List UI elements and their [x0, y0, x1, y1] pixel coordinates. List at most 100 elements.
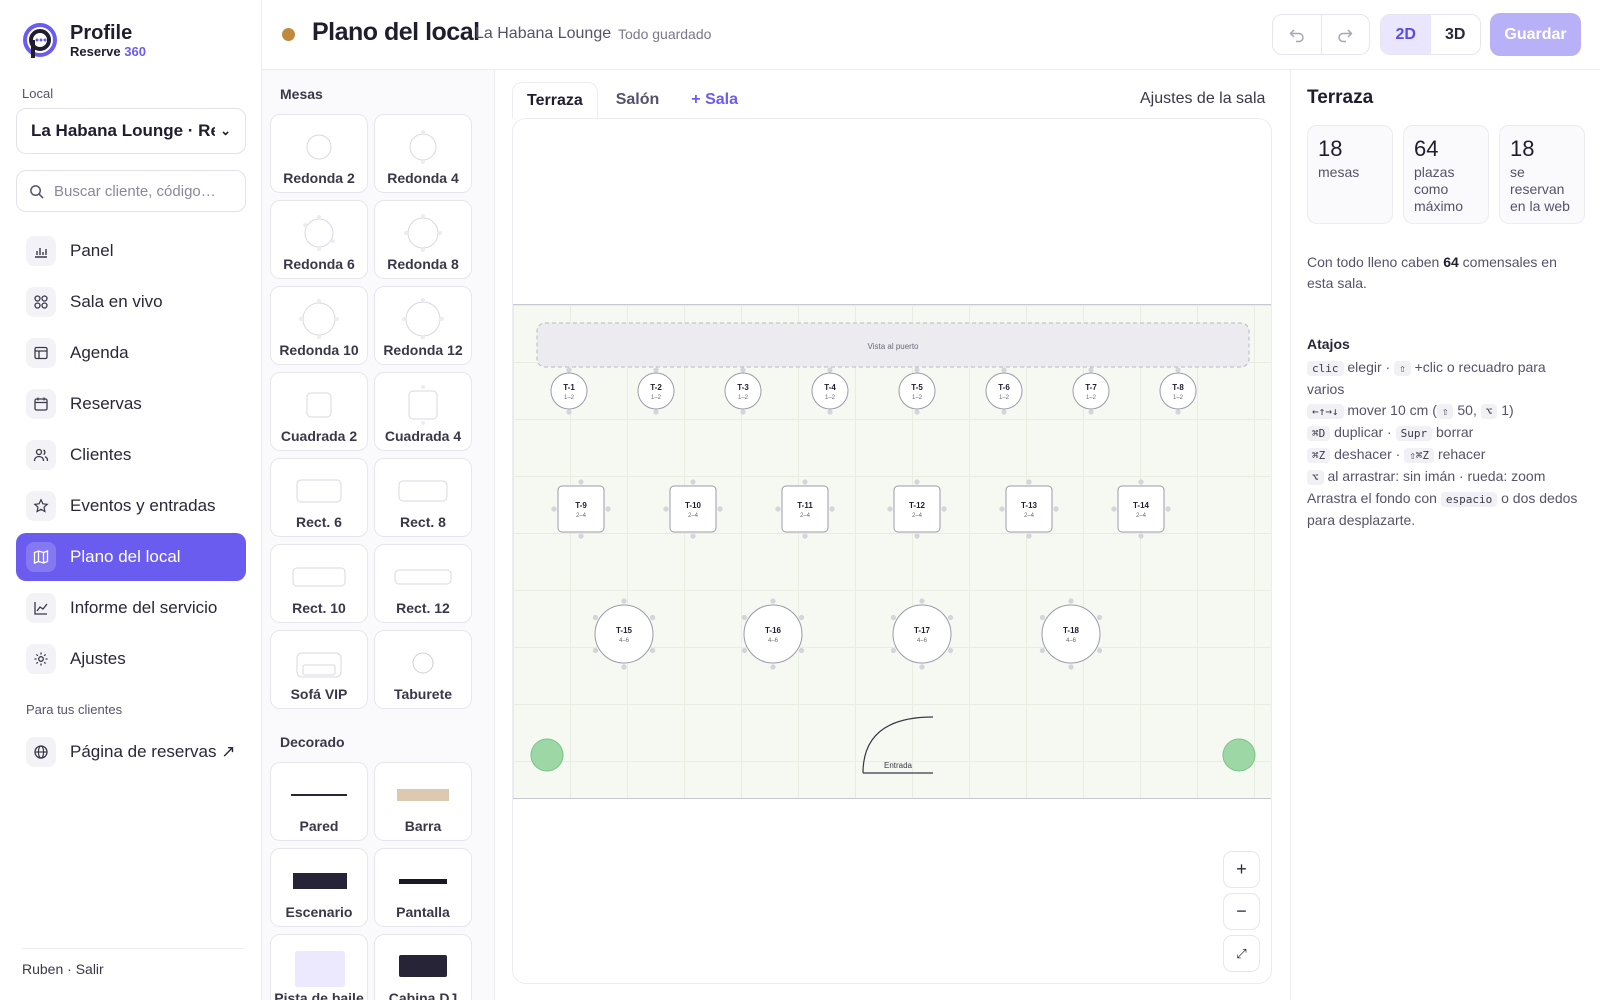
tab-terraza[interactable]: Terraza: [512, 82, 598, 118]
nav-item-reservas[interactable]: Reservas: [16, 380, 246, 428]
table-t-1[interactable]: T-1 1–2: [550, 367, 588, 415]
table-type-tile[interactable]: Redonda 10: [270, 286, 368, 365]
room-settings-link[interactable]: Ajustes de la sala: [1140, 90, 1265, 108]
table-type-tile[interactable]: Rect. 12: [374, 544, 472, 623]
chair-icon: [947, 647, 954, 654]
app: Profile Reserve 360 Local La Habana Loun…: [0, 0, 1600, 1000]
table-type-tile[interactable]: Redonda 4: [374, 114, 472, 193]
floor-plan-canvas[interactable]: Vista al puerto Entrada T-1 1–2 T-2 1–2 T-3 1–2…: [512, 118, 1272, 984]
table-t-2[interactable]: T-2 1–2: [637, 367, 675, 415]
decor-type-tile[interactable]: Pantalla: [374, 848, 472, 927]
decor-type-tile[interactable]: Pared: [270, 762, 368, 841]
zoom-in-button[interactable]: +: [1223, 851, 1260, 888]
chair-icon: [653, 409, 659, 415]
table-capacity: 1–2: [651, 395, 662, 401]
table-t-18[interactable]: T-18 4–6: [1039, 598, 1103, 670]
view-3d-button[interactable]: 3D: [1430, 15, 1480, 54]
table-type-tile[interactable]: Redonda 2: [270, 114, 368, 193]
table-t-10[interactable]: T-10 2–4: [663, 479, 723, 539]
nav-item-ajustes[interactable]: Ajustes: [16, 635, 246, 683]
nav-item-clientes[interactable]: Clientes: [16, 431, 246, 479]
view-2d-button[interactable]: 2D: [1381, 15, 1431, 54]
tab-salon[interactable]: Salón: [602, 82, 674, 118]
decor-type-tile[interactable]: Escenario: [270, 848, 368, 927]
chair-icon: [1175, 367, 1181, 373]
table-capacity: 2–4: [1136, 513, 1147, 519]
booking-page-link[interactable]: Página de reservas ↗: [16, 728, 246, 776]
table-capacity: 2–4: [688, 513, 699, 519]
decor-type-tile[interactable]: Pista de baile: [270, 934, 368, 1000]
table-t-4[interactable]: T-4 1–2: [811, 367, 849, 415]
user-footer[interactable]: Ruben · Salir: [22, 948, 244, 977]
table-t-11[interactable]: T-11 2–4: [775, 479, 835, 539]
table-type-tile[interactable]: Redonda 8: [374, 200, 472, 279]
table-t-17[interactable]: T-17 4–6: [890, 598, 954, 670]
table-t-3[interactable]: T-3 1–2: [724, 367, 762, 415]
table-type-tile[interactable]: Cuadrada 4: [374, 372, 472, 451]
zoom-out-button[interactable]: −: [1223, 893, 1260, 930]
table-t-13[interactable]: T-13 2–4: [999, 479, 1059, 539]
table-type-tile[interactable]: Taburete: [374, 630, 472, 709]
table-type-tile[interactable]: Rect. 8: [374, 458, 472, 537]
table-type-tile[interactable]: Cuadrada 2: [270, 372, 368, 451]
table-t-7[interactable]: T-7 1–2: [1072, 367, 1110, 415]
tile-preview-icon: [296, 652, 342, 678]
table-type-tile[interactable]: Redonda 6: [270, 200, 368, 279]
chair-icon: [566, 409, 572, 415]
brand[interactable]: Profile Reserve 360: [22, 22, 146, 60]
table-type-tile[interactable]: Redonda 12: [374, 286, 472, 365]
chair-icon: [770, 664, 776, 670]
table-t-16[interactable]: T-16 4–6: [741, 598, 805, 670]
shortcut-line: clic elegir · ⇧ +clic o recuadro para va…: [1307, 359, 1546, 397]
nav-item-agenda[interactable]: Agenda: [16, 329, 246, 377]
decor-type-tile[interactable]: Barra: [374, 762, 472, 841]
nav-item-informe[interactable]: Informe del servicio: [16, 584, 246, 632]
chair-icon: [621, 598, 627, 604]
search-input[interactable]: [54, 182, 224, 200]
table-t-15[interactable]: T-15 4–6: [592, 598, 656, 670]
chair-icon: [1001, 409, 1007, 415]
local-select[interactable]: La Habana Lounge · Restaurante ⌄: [16, 108, 246, 154]
topbar: Plano del local La Habana Lounge Todo gu…: [262, 0, 1600, 70]
add-room-tab[interactable]: + Sala: [677, 82, 752, 118]
chair-icon: [829, 506, 835, 512]
tile-preview-icon: [291, 794, 347, 796]
plant-icon[interactable]: [1222, 738, 1256, 772]
map-icon: [26, 542, 56, 572]
plant-icon[interactable]: [530, 738, 564, 772]
nav-item-panel[interactable]: Panel: [16, 227, 246, 275]
decor-heading: Decorado: [280, 734, 345, 750]
table-type-tile[interactable]: Sofá VIP: [270, 630, 368, 709]
undo-button[interactable]: [1273, 15, 1322, 54]
chair-icon: [941, 506, 947, 512]
floor-area[interactable]: Vista al puerto Entrada T-1 1–2 T-2 1–2 T-3 1–2…: [513, 304, 1271, 799]
search-box[interactable]: [16, 170, 246, 212]
stat-value: 18: [1510, 136, 1535, 161]
table-type-tile[interactable]: Rect. 6: [270, 458, 368, 537]
star-icon: [26, 491, 56, 521]
redo-button[interactable]: [1322, 15, 1370, 54]
table-t-12[interactable]: T-12 2–4: [887, 479, 947, 539]
nav-item-label: Informe del servicio: [70, 598, 218, 617]
table-t-5[interactable]: T-5 1–2: [898, 367, 936, 415]
tile-label: Rect. 10: [292, 600, 346, 616]
line-chart-icon: [26, 593, 56, 623]
nav-item-label: Clientes: [70, 445, 132, 464]
table-t-9[interactable]: T-9 2–4: [551, 479, 611, 539]
tile-label: Pared: [299, 818, 339, 834]
nav-item-plano[interactable]: Plano del local: [16, 533, 246, 581]
fit-view-button[interactable]: ⤢: [1223, 935, 1260, 972]
shortcuts-heading: Atajos: [1307, 336, 1350, 352]
nav-item-sala-en-vivo[interactable]: Sala en vivo: [16, 278, 246, 326]
table-t-14[interactable]: T-14 2–4: [1111, 479, 1171, 539]
chair-icon: [1053, 506, 1059, 512]
decor-type-tile[interactable]: Cabina DJ: [374, 934, 472, 1000]
nav-item-eventos[interactable]: Eventos y entradas: [16, 482, 246, 530]
table-type-tile[interactable]: Rect. 10: [270, 544, 368, 623]
save-button[interactable]: Guardar: [1490, 13, 1581, 56]
chair-icon: [741, 614, 748, 621]
chair-icon: [1001, 367, 1007, 373]
table-t-6[interactable]: T-6 1–2: [985, 367, 1023, 415]
view-zone-label: Vista al puerto: [868, 342, 920, 351]
table-t-8[interactable]: T-8 1–2: [1159, 367, 1197, 415]
